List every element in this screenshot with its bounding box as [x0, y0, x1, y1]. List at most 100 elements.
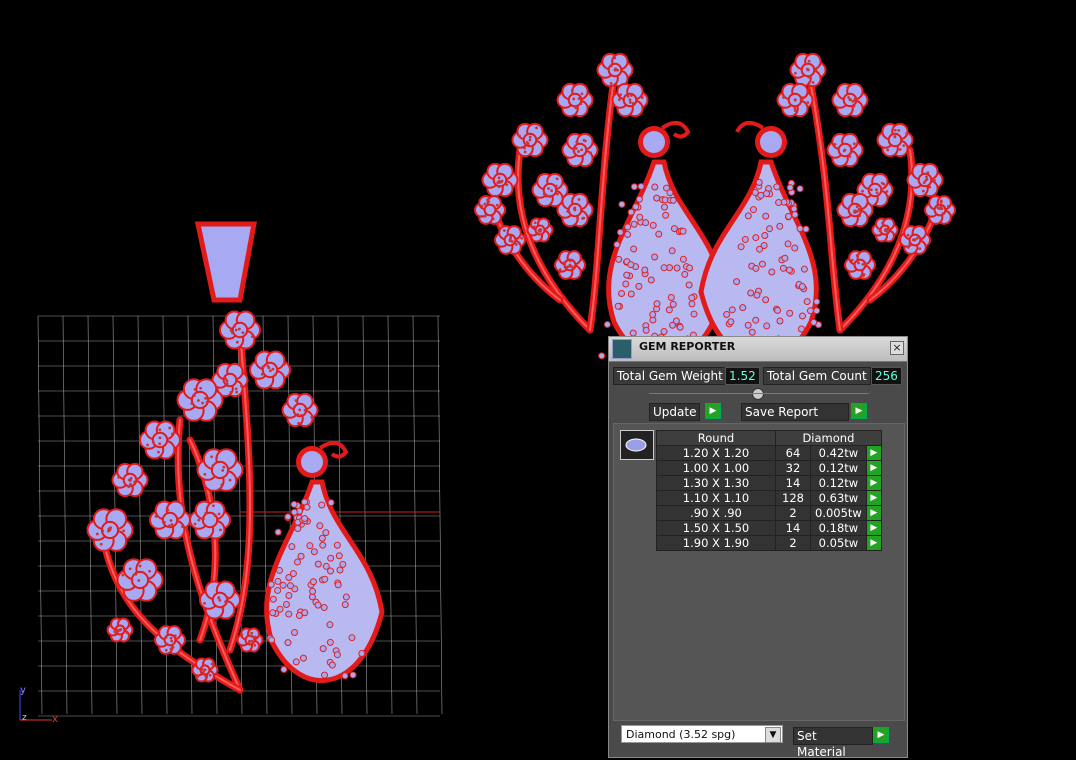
body-gem	[762, 212, 770, 220]
row-go-icon[interactable]: ▶	[865, 490, 882, 506]
body-gem	[314, 560, 322, 568]
body-gem	[310, 548, 318, 556]
body-gem	[268, 636, 276, 644]
prong	[589, 151, 593, 155]
prong	[814, 68, 818, 72]
table-row[interactable]: 1.10 X 1.10 128 0.63tw ▶	[656, 490, 882, 506]
prong	[505, 183, 509, 187]
row-go-icon[interactable]: ▶	[865, 445, 882, 461]
prong	[225, 379, 229, 383]
body-gem	[286, 582, 294, 590]
prong	[261, 365, 265, 369]
body-gem	[618, 200, 626, 208]
prong	[239, 384, 243, 388]
prong	[548, 195, 552, 199]
row-go-icon[interactable]: ▶	[865, 505, 882, 521]
prong	[106, 529, 110, 533]
prong	[836, 146, 839, 150]
table-row[interactable]: 1.00 X 1.00 32 0.12tw ▶	[656, 460, 882, 476]
dropdown-arrow-icon[interactable]: ▼	[765, 727, 781, 743]
prong	[240, 633, 244, 637]
row-go-icon[interactable]: ▶	[865, 535, 882, 551]
body-gem	[282, 600, 290, 608]
table-row[interactable]: 1.50 X 1.50 14 0.18tw ▶	[656, 520, 882, 536]
body-gem	[785, 266, 793, 274]
prong	[282, 362, 286, 366]
row-go-icon[interactable]: ▶	[865, 460, 882, 476]
prong	[95, 532, 99, 536]
prong	[782, 95, 785, 99]
earring-left-model[interactable]	[474, 52, 727, 363]
set-material-button[interactable]: Set Material	[793, 727, 873, 759]
prong	[254, 635, 257, 639]
table-row[interactable]: 1.90 X 1.90 2 0.05tw ▶	[656, 535, 882, 551]
prong	[833, 142, 837, 146]
column-header-diamond: Diamond	[775, 430, 882, 446]
body-gem	[630, 220, 638, 228]
row-go-icon[interactable]: ▶	[865, 475, 882, 491]
save-report-go-icon[interactable]: ▶	[851, 403, 867, 419]
body-gem	[800, 265, 808, 273]
prong	[579, 102, 583, 106]
prong	[902, 144, 906, 148]
update-go-icon[interactable]: ▶	[705, 403, 721, 419]
3d-viewport[interactable]: y x z	[0, 0, 1076, 758]
cell-count: 32	[775, 460, 811, 476]
body-gem	[747, 289, 755, 297]
prong	[294, 399, 298, 402]
body-gem	[318, 534, 326, 542]
prong	[535, 126, 538, 130]
pendant-model[interactable]	[86, 221, 385, 694]
prong	[231, 331, 234, 335]
prong	[855, 254, 859, 257]
body-gem	[624, 231, 632, 239]
body-gem	[761, 231, 769, 239]
prong	[125, 631, 129, 635]
row-go-icon[interactable]: ▶	[865, 520, 882, 536]
body-gem	[269, 609, 277, 617]
body-gem	[676, 323, 684, 331]
table-row[interactable]: 1.20 X 1.20 64 0.42tw ▶	[656, 445, 882, 461]
peacock-eye-gem	[760, 131, 782, 153]
prong	[234, 328, 238, 332]
prong	[806, 101, 810, 104]
prong	[550, 189, 553, 193]
body-gem	[327, 567, 335, 575]
prong	[528, 138, 532, 142]
prong	[480, 214, 484, 218]
body-gem	[752, 316, 760, 324]
body-gem	[627, 208, 635, 216]
material-select[interactable]: Diamond (3.52 spg) ▼	[621, 725, 783, 743]
table-row[interactable]: 1.30 X 1.30 14 0.12tw ▶	[656, 475, 882, 491]
prong	[250, 631, 254, 635]
prong	[235, 340, 239, 344]
update-button[interactable]: Update	[649, 403, 701, 421]
body-gem	[813, 298, 821, 306]
prong	[208, 673, 212, 677]
prong	[166, 508, 170, 512]
title-bar[interactable]: GEM REPORTER ×	[609, 337, 907, 362]
prong	[221, 469, 225, 472]
earring-right-model[interactable]	[698, 52, 957, 364]
prong	[893, 128, 897, 132]
body-gem	[328, 661, 336, 669]
prong	[520, 236, 524, 240]
body-gem	[289, 570, 297, 578]
set-material-go-icon[interactable]: ▶	[873, 727, 889, 743]
close-button[interactable]: ×	[890, 341, 904, 355]
prong	[193, 522, 197, 526]
body-gem	[358, 649, 366, 657]
prong	[237, 327, 241, 331]
collapse-toggle[interactable]	[752, 388, 764, 400]
body-gem	[779, 264, 787, 272]
flower-center	[483, 203, 497, 217]
body-gem	[318, 501, 326, 509]
prong	[848, 144, 852, 148]
save-report-button[interactable]: Save Report	[741, 403, 849, 421]
body-gem	[275, 566, 283, 574]
prong	[928, 185, 932, 189]
axis-x-label: x	[52, 714, 58, 725]
cell-size: 1.20 X 1.20	[656, 445, 776, 461]
body-gem	[796, 225, 804, 233]
table-row[interactable]: .90 X .90 2 0.005tw ▶	[656, 505, 882, 521]
